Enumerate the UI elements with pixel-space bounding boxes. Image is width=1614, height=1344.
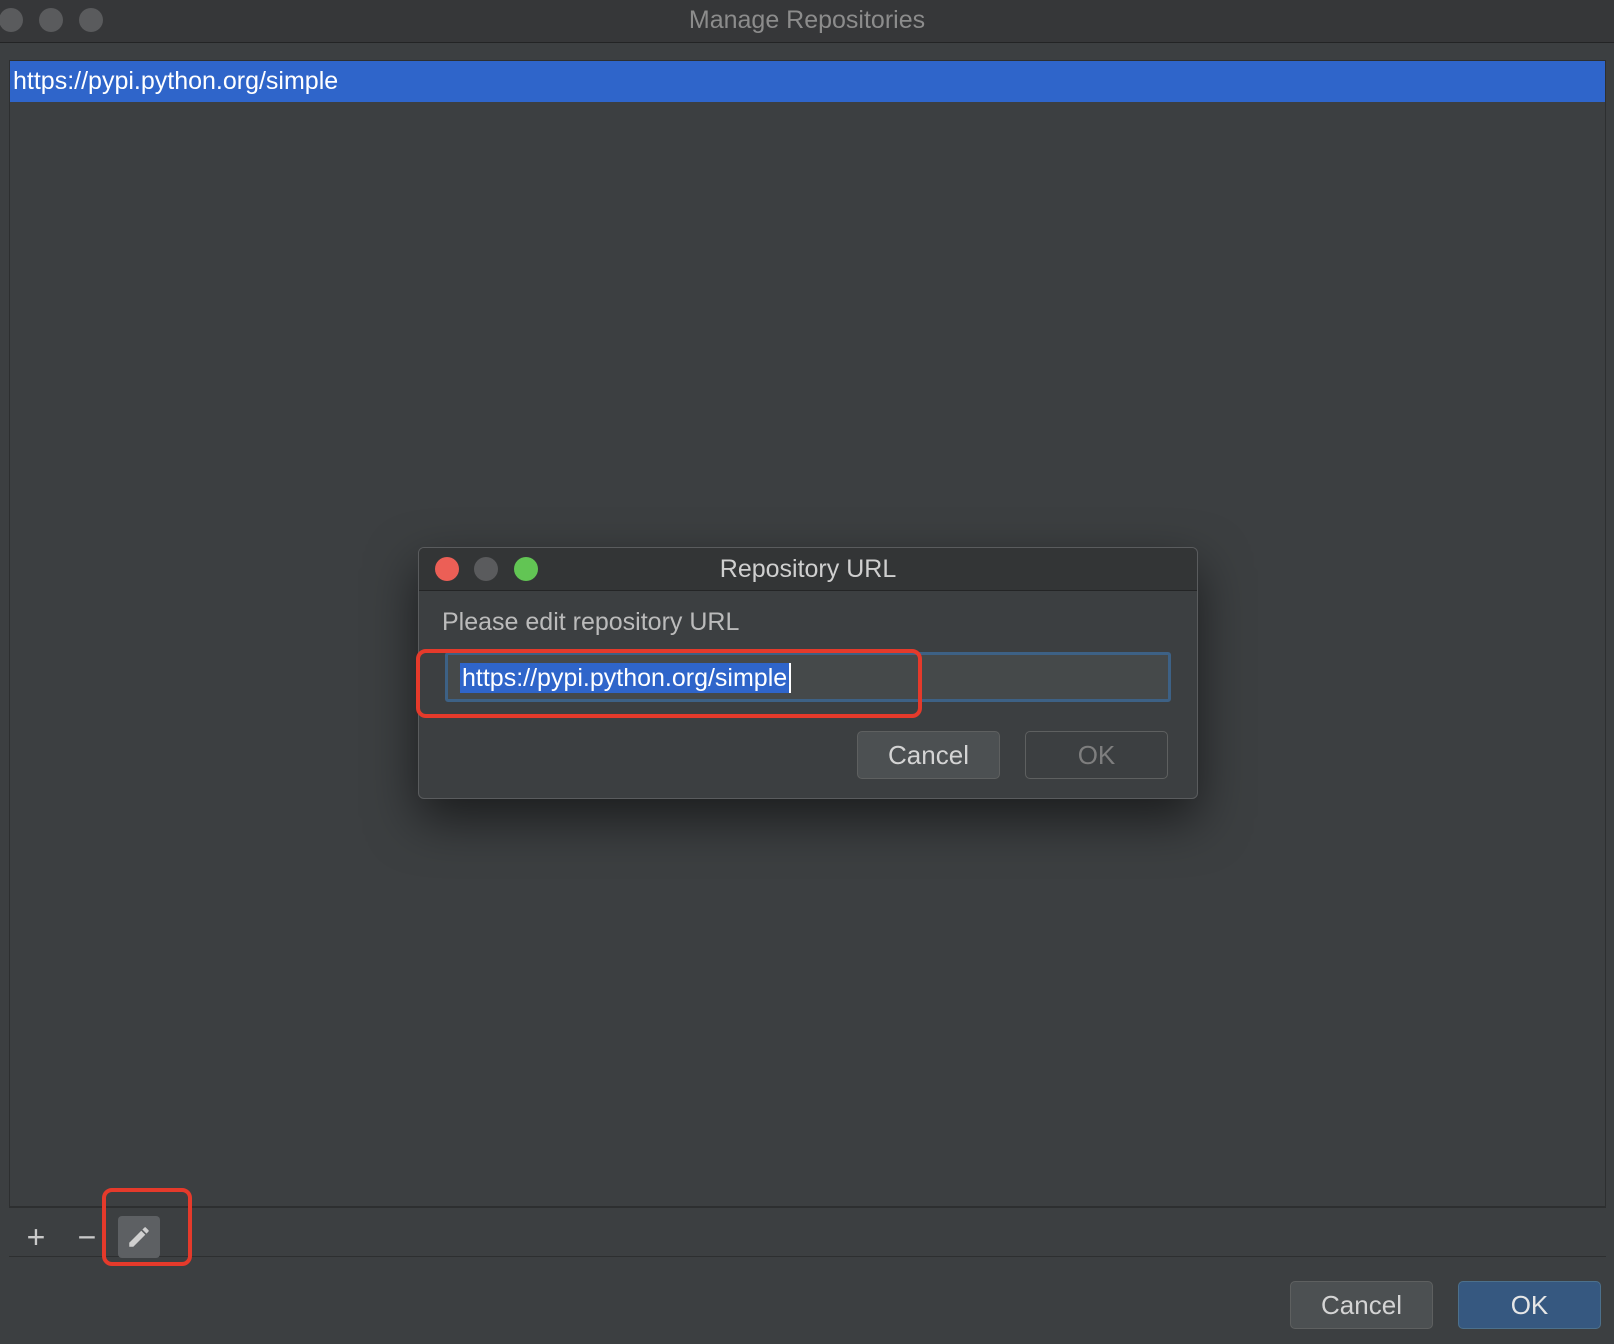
dialog-prompt: Please edit repository URL: [442, 608, 740, 636]
dialog-cancel-label: Cancel: [888, 739, 969, 770]
window-titlebar: Manage Repositories: [0, 0, 1614, 43]
ok-button[interactable]: OK: [1458, 1281, 1601, 1329]
dialog-ok-label: OK: [1077, 739, 1116, 770]
repository-list-item[interactable]: https://pypi.python.org/simple: [10, 61, 1605, 102]
dialog-ok-button[interactable]: OK: [1025, 731, 1168, 779]
minus-icon: −: [77, 1218, 97, 1255]
dialog-cancel-button[interactable]: Cancel: [857, 731, 1000, 779]
manage-repositories-window: Manage Repositories https://pypi.python.…: [0, 0, 1614, 1344]
cancel-button-label: Cancel: [1321, 1289, 1402, 1320]
repository-url-label: https://pypi.python.org/simple: [13, 67, 339, 95]
window-title: Manage Repositories: [688, 6, 926, 34]
cancel-button[interactable]: Cancel: [1290, 1281, 1433, 1329]
add-repository-button[interactable]: +: [15, 1216, 57, 1258]
dialog-title: Repository URL: [719, 555, 897, 583]
ok-button-label: OK: [1510, 1289, 1549, 1320]
list-toolbar: + −: [9, 1207, 1606, 1258]
url-input-highlight: [416, 649, 922, 718]
dialog-titlebar: Repository URL: [419, 548, 1197, 591]
edit-button-highlight: [102, 1188, 192, 1266]
plus-icon: +: [26, 1218, 46, 1255]
